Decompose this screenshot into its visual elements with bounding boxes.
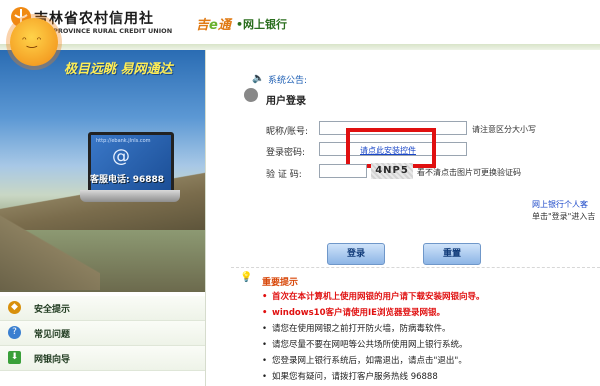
login-title: 用户登录 xyxy=(266,96,306,107)
lightbulb-icon: 💡 xyxy=(240,272,253,283)
tip-text: 如果您有疑问，请拨打客户服务热线 96888 xyxy=(272,372,438,382)
bullet-icon: • xyxy=(262,292,268,302)
hotline-text: 客服电话: 96888 xyxy=(90,175,165,185)
brand-logo-part: e xyxy=(209,18,218,33)
ebank-brand-logo: 吉e通 xyxy=(196,14,231,33)
tip-text: 首次在本计算机上使用网银的用户请下载安装网银向导。 xyxy=(272,292,485,302)
tip-item-5: • 如果您有疑问，请拨打客户服务热线 96888 xyxy=(262,370,438,382)
password-label: 登录密码: xyxy=(266,148,306,158)
menu-item-label: 安全提示 xyxy=(34,305,71,315)
highlight-box xyxy=(346,128,436,168)
tip-text: 请您尽量不要在网吧等公共场所使用网上银行系统。 xyxy=(272,340,468,350)
tip-text: 您登录网上银行系统后，如需退出，请点击"退出"。 xyxy=(272,356,467,366)
brand-logo-part: 通 xyxy=(217,18,231,33)
tips-title: 重要提示 xyxy=(262,278,299,288)
bullet-icon: • xyxy=(262,324,268,334)
bank-name-cn: 吉林省农村信用社 xyxy=(34,11,154,27)
tip-text: windows10客户请使用IE浏览器登录网银。 xyxy=(272,308,445,318)
bullet-icon: • xyxy=(262,308,268,318)
download-icon: ⬇ xyxy=(8,351,21,364)
tip-item-1: • windows10客户请使用IE浏览器登录网银。 xyxy=(262,306,445,318)
tip-item-4: • 您登录网上银行系统后，如需退出，请点击"退出"。 xyxy=(262,354,467,366)
tip-text: 请您在使用网银之前打开防火墙，防病毒软件。 xyxy=(272,324,451,334)
ebank-brand-suffix: •网上银行 xyxy=(236,18,288,31)
section-divider xyxy=(231,267,600,268)
great-wall-image xyxy=(0,200,100,290)
reset-button[interactable]: 重置 xyxy=(423,243,481,265)
username-label: 昵称/账号: xyxy=(266,127,309,137)
user-icon xyxy=(244,88,258,102)
bullet-icon: • xyxy=(262,356,268,366)
side-menu: ◆ 安全提示 ? 常见问题 ⬇ 网银向导 xyxy=(0,292,205,386)
username-hint: 请注意区分大小写 xyxy=(472,125,536,134)
banner-slogan: 极目远眺 易网通达 xyxy=(64,62,173,77)
shield-icon: ◆ xyxy=(8,301,21,314)
bullet-icon: • xyxy=(262,340,268,350)
question-icon: ? xyxy=(8,326,21,339)
captcha-input[interactable] xyxy=(319,164,367,178)
menu-item-ebank-guide[interactable]: ⬇ 网银向导 xyxy=(0,346,205,371)
system-notice-link[interactable]: 系统公告: xyxy=(268,73,307,86)
menu-item-label: 网银向导 xyxy=(34,355,71,365)
speaker-icon: 🔈 xyxy=(252,73,265,84)
brand-logo-part: 吉 xyxy=(196,18,210,33)
tip-item-3: • 请您尽量不要在网吧等公共场所使用网上银行系统。 xyxy=(262,338,468,350)
captcha-hint: 看不清点击图片可更换验证码 xyxy=(417,168,521,177)
login-instruction: 单击"登录"进入吉 xyxy=(532,212,596,221)
personal-ebank-link[interactable]: 网上银行个人客 xyxy=(532,199,588,210)
menu-item-label: 常见问题 xyxy=(34,330,71,340)
login-button[interactable]: 登录 xyxy=(327,243,385,265)
menu-item-faq[interactable]: ? 常见问题 xyxy=(0,321,205,346)
mascot-face-icon: ᵔ‿ᵔ xyxy=(22,34,42,48)
at-icon: @ xyxy=(112,146,130,167)
tip-item-2: • 请您在使用网银之前打开防火墙，防病毒软件。 xyxy=(262,322,451,334)
bullet-icon: • xyxy=(262,372,268,382)
tip-item-0[interactable]: • 首次在本计算机上使用网银的用户请下载安装网银向导。 xyxy=(262,290,485,302)
captcha-image[interactable]: 4NP5 xyxy=(371,163,413,179)
laptop-base xyxy=(80,190,180,202)
menu-item-security-tips[interactable]: ◆ 安全提示 xyxy=(0,296,205,321)
screen-url: http://ebank.jlnls.com xyxy=(96,138,151,144)
captcha-label: 验 证 码: xyxy=(266,170,302,180)
